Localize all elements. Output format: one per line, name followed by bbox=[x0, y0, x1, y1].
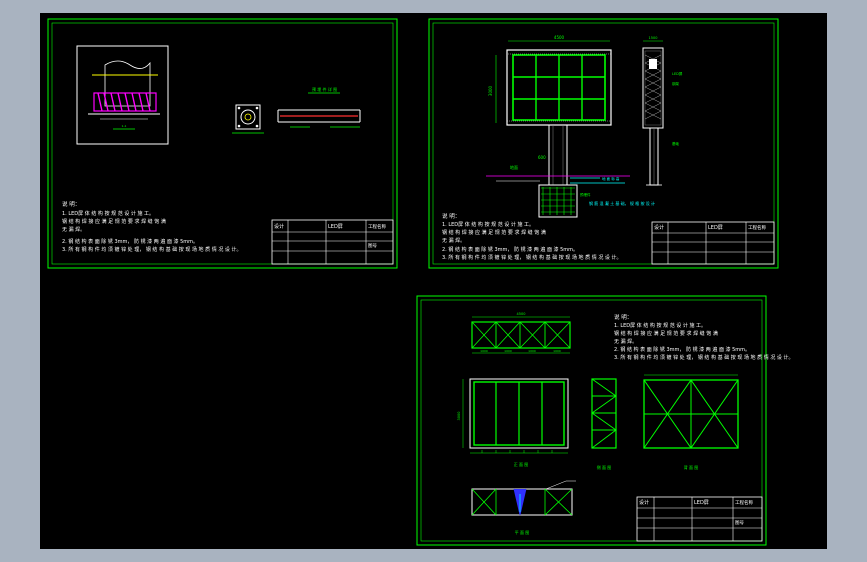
sheet-3-title-block: 设计 LED屏 工程名称 图号 bbox=[636, 496, 763, 542]
plan-seg-1: 1000 bbox=[480, 349, 488, 353]
back-elevation: 背 面 图 bbox=[643, 374, 739, 470]
sheet-1-plate-detail bbox=[232, 104, 264, 134]
cad-drawing: 1-1 预 埋 件 详 图 说 明： 1. LED屏 体 结 构 按 规 范 设… bbox=[47, 18, 794, 546]
side-truss: 侧 面 图 bbox=[591, 378, 617, 470]
sheet-2-note-4: 2. 钢 结 构 表 面 除 锈 3mm， 防 锈 漆 两 遍 面 漆 5mm。 bbox=[442, 246, 578, 253]
front-elevation: 3000 正 面 图 bbox=[457, 378, 569, 467]
front-height-dim: 3000 bbox=[457, 412, 461, 421]
plan-dim-top: 4500 bbox=[517, 312, 526, 316]
billboard-elevation: 4500 3000 600 地面 地 面 标 高 预埋件 钢 筋 混 凝 土 基… bbox=[486, 35, 655, 218]
caption-plan: 平 面 图 bbox=[515, 529, 530, 535]
sheet-1-notes: 说 明： 1. LED屏 体 结 构 按 规 范 设 计 施 工。 钢 结 构 … bbox=[62, 200, 242, 253]
sheet-1-bar-detail: 预 埋 件 详 图 bbox=[277, 86, 361, 128]
foundation-note: 钢 筋 混 凝 土 基 础， 规 格 按 设 计 bbox=[589, 200, 655, 206]
label-embedded: 预埋件 bbox=[580, 192, 591, 197]
side-label-led: LED屏 bbox=[672, 72, 683, 76]
plan-view: 4500 1000 1000 1000 1000 bbox=[471, 312, 571, 354]
plan-seg-3: 1000 bbox=[528, 349, 536, 353]
caption-front: 正 面 图 bbox=[514, 461, 529, 467]
sheet-2-note-2: 钢 结 构 焊 接 应 满 足 规 范 要 求 焊 缝 饱 满 bbox=[442, 229, 546, 236]
svg-text:1500: 1500 bbox=[649, 36, 658, 40]
sheet-3-tb-label-d: 图号 bbox=[735, 520, 744, 526]
svg-text:钢架: 钢架 bbox=[672, 81, 680, 86]
sheet-1-note-4: 2. 钢 结 构 表 面 除 锈 3mm， 防 锈 漆 两 遍 面 漆 5mm。 bbox=[62, 238, 198, 245]
sheet-3-note-3: 无 漏 焊。 bbox=[614, 338, 637, 345]
side-label-foundation: 基础 bbox=[672, 141, 680, 146]
label-ground-level: 地 面 标 高 bbox=[602, 176, 620, 181]
plan-seg-2: 1000 bbox=[504, 349, 512, 353]
sheet-1-tb-label-d: 图号 bbox=[368, 243, 377, 249]
sheet-3-notes: 说 明： 1. LED屏 体 结 构 按 规 范 设 计 施 工。 钢 结 构 … bbox=[614, 313, 794, 361]
billboard-height-dim: 3000 bbox=[488, 85, 493, 96]
sheet-1-note-2: 钢 结 构 焊 接 应 满 足 规 范 要 求 焊 缝 饱 满 bbox=[62, 218, 166, 225]
sheet-3[interactable]: 4500 1000 1000 1000 1000 3000 正 面 图 侧 面 … bbox=[416, 295, 794, 546]
bottom-plan: 平 面 图 bbox=[471, 480, 576, 535]
sheet-1-title-block: 设计 LED屏 工程名称 图号 bbox=[271, 219, 394, 265]
sheet-1-note-3: 无 漏 焊。 bbox=[62, 226, 85, 233]
sheet-3-tb-label-a: 设计 bbox=[639, 499, 649, 506]
sheet-1-tb-label-c: 工程名称 bbox=[368, 223, 386, 230]
sheet-2-title-block: 设计 LED屏 工程名称 bbox=[651, 221, 775, 265]
sheet-1-notes-heading: 说 明： bbox=[62, 200, 80, 208]
sheet-1-tb-label-b: LED屏 bbox=[328, 224, 343, 230]
sheet-2-note-3: 无 漏 焊。 bbox=[442, 237, 465, 244]
caption-back: 背 面 图 bbox=[684, 464, 699, 470]
plate-callout: 预 埋 件 详 图 bbox=[312, 86, 337, 92]
sheet-3-tb-label-c: 工程名称 bbox=[735, 499, 753, 506]
sheet-2-tb-label-c: 工程名称 bbox=[748, 224, 766, 231]
sheet-1[interactable]: 1-1 预 埋 件 详 图 说 明： 1. LED屏 体 结 构 按 规 范 设… bbox=[47, 18, 398, 269]
sheet-1-note-5: 3. 所 有 钢 构 件 均 须 镀 锌 处 理， 钢 结 构 基 础 按 现 … bbox=[62, 246, 242, 253]
sheet-3-notes-heading: 说 明： bbox=[614, 313, 632, 321]
sheet-3-note-5: 3. 所 有 钢 构 件 均 须 镀 锌 处 理， 钢 结 构 基 础 按 现 … bbox=[614, 354, 794, 361]
sheet-1-detail-box: 1-1 bbox=[76, 45, 169, 145]
sheet-2-tb-label-b: LED屏 bbox=[708, 225, 723, 231]
sheet-2-tb-label-a: 设计 bbox=[654, 224, 664, 231]
sheet-1-note-1: 1. LED屏 体 结 构 按 规 范 设 计 施 工。 bbox=[62, 210, 154, 217]
svg-text:1-1: 1-1 bbox=[122, 124, 127, 128]
sheet-3-tb-label-b: LED屏 bbox=[694, 500, 709, 506]
pole-dim: 600 bbox=[538, 155, 546, 160]
billboard-side-elevation: 1500 LED屏 钢架 基础 bbox=[642, 36, 683, 186]
sheet-2-notes: 说 明： 1. LED屏 体 结 构 按 规 范 设 计 施 工。 钢 结 构 … bbox=[442, 212, 622, 261]
sheet-2-notes-heading: 说 明： bbox=[442, 212, 460, 220]
sheet-1-tb-label-a: 设计 bbox=[274, 223, 284, 230]
label-ground: 地面 bbox=[510, 164, 518, 170]
sheet-2[interactable]: 4500 3000 600 地面 地 面 标 高 预埋件 钢 筋 混 凝 土 基… bbox=[428, 18, 779, 269]
sheet-2-note-5: 3. 所 有 钢 构 件 均 须 镀 锌 处 理， 钢 结 构 基 础 按 现 … bbox=[442, 254, 622, 261]
sheet-2-note-1: 1. LED屏 体 结 构 按 规 范 设 计 施 工。 bbox=[442, 221, 534, 228]
sheet-3-note-2: 钢 结 构 焊 接 应 满 足 规 范 要 求 焊 缝 饱 满 bbox=[614, 330, 718, 337]
plan-seg-4: 1000 bbox=[553, 349, 561, 353]
cad-viewport[interactable]: 1-1 预 埋 件 详 图 说 明： 1. LED屏 体 结 构 按 规 范 设… bbox=[40, 13, 827, 549]
sheet-3-note-4: 2. 钢 结 构 表 面 除 锈 3mm， 防 锈 漆 两 遍 面 漆 5mm。 bbox=[614, 346, 750, 353]
caption-side: 侧 面 图 bbox=[597, 464, 612, 470]
sheet-3-note-1: 1. LED屏 体 结 构 按 规 范 设 计 施 工。 bbox=[614, 322, 706, 329]
billboard-width-dim: 4500 bbox=[554, 35, 565, 40]
